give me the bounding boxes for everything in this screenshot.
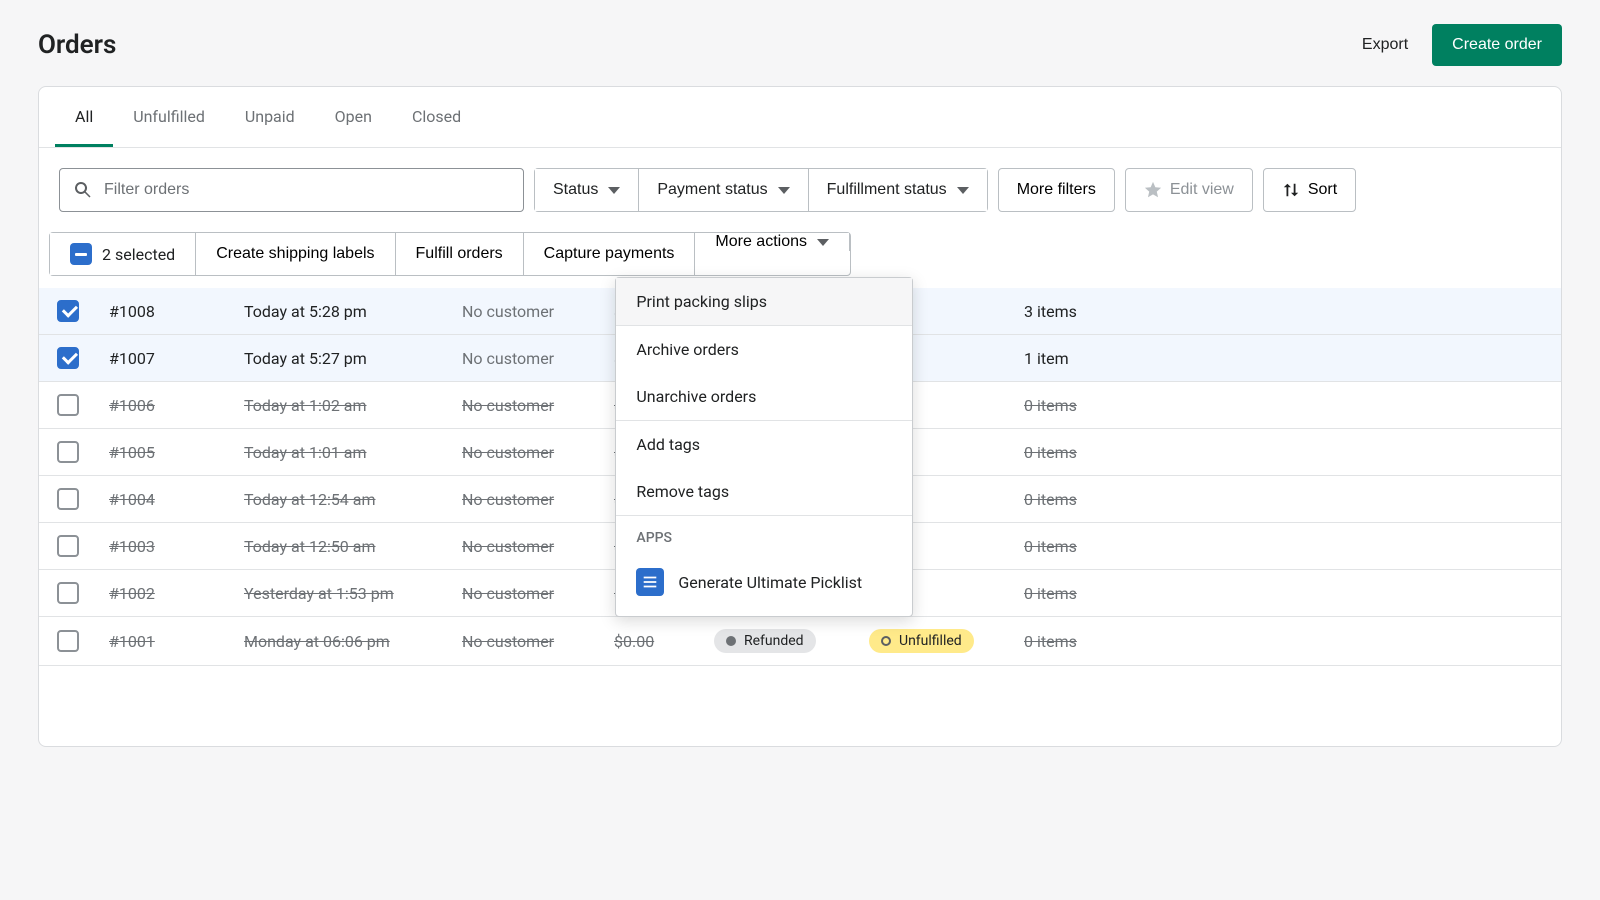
order-number: #1006 — [109, 396, 244, 415]
search-input[interactable] — [59, 168, 524, 212]
order-items: 0 items — [1024, 443, 1144, 462]
remove-tags-item[interactable]: Remove tags — [616, 468, 912, 515]
order-date: Today at 12:54 am — [244, 490, 462, 509]
page-title: Orders — [38, 30, 116, 60]
tab-all[interactable]: All — [55, 87, 113, 147]
generate-picklist-app-item[interactable]: Generate Ultimate Picklist — [616, 556, 912, 612]
create-order-button[interactable]: Create order — [1432, 24, 1562, 66]
row-checkbox[interactable] — [57, 535, 79, 557]
order-date: Today at 12:50 am — [244, 537, 462, 556]
order-date: Yesterday at 1:53 pm — [244, 584, 462, 603]
chevron-down-icon — [608, 187, 620, 194]
order-date: Monday at 06:06 pm — [244, 632, 462, 651]
search-icon — [73, 180, 93, 200]
order-items: 0 items — [1024, 490, 1144, 509]
order-items: 3 items — [1024, 302, 1144, 321]
order-items: 0 items — [1024, 584, 1144, 603]
payment-badge: Refunded — [714, 629, 816, 653]
tab-closed[interactable]: Closed — [392, 87, 481, 147]
unarchive-orders-item[interactable]: Unarchive orders — [616, 373, 912, 420]
fulfillment-status-filter[interactable]: Fulfillment status — [809, 169, 987, 211]
capture-payments-button[interactable]: Capture payments — [524, 233, 696, 275]
order-number: #1007 — [109, 349, 244, 368]
fulfill-orders-button[interactable]: Fulfill orders — [396, 233, 524, 275]
more-actions-button[interactable]: More actions — [695, 233, 850, 251]
table-row[interactable]: #1001Monday at 06:06 pmNo customer$0.00R… — [39, 617, 1561, 666]
order-payment: Refunded — [714, 629, 869, 653]
row-checkbox[interactable] — [57, 582, 79, 604]
order-customer: No customer — [462, 490, 614, 509]
order-items: 1 item — [1024, 349, 1144, 368]
print-packing-slips-item[interactable]: Print packing slips — [616, 278, 912, 325]
order-customer: No customer — [462, 349, 614, 368]
chevron-down-icon — [778, 187, 790, 194]
order-items: 0 items — [1024, 537, 1144, 556]
order-fulfillment: Unfulfilled — [869, 629, 1024, 653]
filter-toolbar: Status Payment status Fulfillment status… — [39, 148, 1561, 232]
app-icon — [636, 568, 664, 596]
order-date: Today at 5:28 pm — [244, 302, 462, 321]
fulfillment-badge: Unfulfilled — [869, 629, 974, 653]
create-shipping-labels-button[interactable]: Create shipping labels — [196, 233, 395, 275]
payment-status-filter[interactable]: Payment status — [639, 169, 808, 211]
row-checkbox[interactable] — [57, 347, 79, 369]
row-checkbox[interactable] — [57, 394, 79, 416]
row-checkbox[interactable] — [57, 441, 79, 463]
order-customer: No customer — [462, 396, 614, 415]
add-tags-item[interactable]: Add tags — [616, 421, 912, 468]
order-number: #1002 — [109, 584, 244, 603]
chevron-down-icon — [957, 187, 969, 194]
selected-count: 2 selected — [102, 245, 175, 264]
star-icon — [1144, 181, 1162, 199]
order-date: Today at 1:01 am — [244, 443, 462, 462]
order-date: Today at 1:02 am — [244, 396, 462, 415]
archive-orders-item[interactable]: Archive orders — [616, 326, 912, 373]
edit-view-button[interactable]: Edit view — [1125, 168, 1253, 212]
tab-unfulfilled[interactable]: Unfulfilled — [113, 87, 225, 147]
tabs: All Unfulfilled Unpaid Open Closed — [39, 87, 1561, 148]
sort-button[interactable]: Sort — [1263, 168, 1356, 212]
order-number: #1001 — [109, 632, 244, 651]
more-filters-button[interactable]: More filters — [998, 168, 1115, 212]
order-customer: No customer — [462, 302, 614, 321]
tab-unpaid[interactable]: Unpaid — [225, 87, 315, 147]
select-all-checkbox[interactable] — [70, 243, 92, 265]
row-checkbox[interactable] — [57, 630, 79, 652]
order-total: $0.00 — [614, 632, 714, 651]
bulk-action-bar: 2 selected Create shipping labels Fulfil… — [39, 232, 1561, 276]
order-number: #1008 — [109, 302, 244, 321]
tab-open[interactable]: Open — [315, 87, 392, 147]
order-date: Today at 5:27 pm — [244, 349, 462, 368]
chevron-down-icon — [817, 239, 829, 246]
sort-icon — [1282, 181, 1300, 199]
order-number: #1005 — [109, 443, 244, 462]
order-customer: No customer — [462, 584, 614, 603]
row-checkbox[interactable] — [57, 488, 79, 510]
page-header: Orders Export Create order — [38, 24, 1562, 66]
status-filter[interactable]: Status — [535, 169, 639, 211]
order-customer: No customer — [462, 537, 614, 556]
order-items: 0 items — [1024, 632, 1144, 651]
order-items: 0 items — [1024, 396, 1144, 415]
order-customer: No customer — [462, 632, 614, 651]
more-actions-dropdown: Print packing slips Archive orders Unarc… — [615, 277, 913, 617]
order-customer: No customer — [462, 443, 614, 462]
row-checkbox[interactable] — [57, 300, 79, 322]
apps-heading: APPS — [616, 516, 912, 556]
export-button[interactable]: Export — [1354, 26, 1416, 64]
order-number: #1004 — [109, 490, 244, 509]
order-number: #1003 — [109, 537, 244, 556]
orders-card: All Unfulfilled Unpaid Open Closed Statu… — [38, 86, 1562, 747]
